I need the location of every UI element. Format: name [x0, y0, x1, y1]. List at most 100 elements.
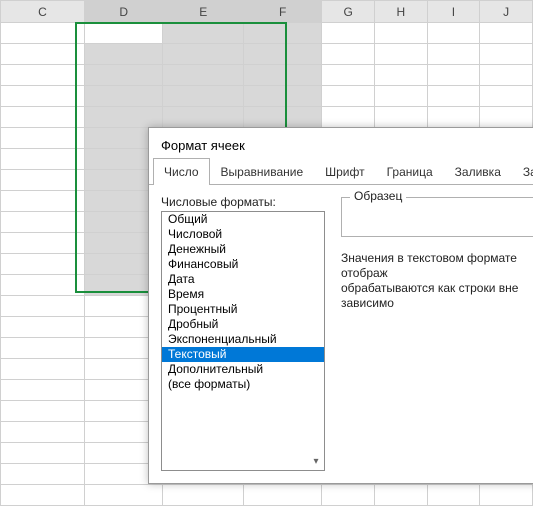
category-item[interactable]: Финансовый — [162, 257, 324, 272]
cell[interactable] — [1, 464, 85, 485]
cell[interactable] — [163, 44, 244, 65]
cell[interactable] — [244, 107, 322, 128]
cell[interactable] — [1, 23, 85, 44]
cell[interactable] — [322, 485, 375, 506]
cell[interactable] — [427, 485, 480, 506]
category-label: Числовые форматы: — [161, 195, 325, 209]
category-item[interactable]: Дата — [162, 272, 324, 287]
dialog-title: Формат ячеек — [149, 128, 533, 157]
cell[interactable] — [1, 212, 85, 233]
tab-fill[interactable]: Заливка — [444, 158, 512, 185]
cell[interactable] — [322, 107, 375, 128]
cell[interactable] — [163, 107, 244, 128]
format-description: Значения в текстовом формате отображ обр… — [341, 251, 533, 311]
cell[interactable] — [244, 65, 322, 86]
category-item[interactable]: Дополнительный — [162, 362, 324, 377]
column-header-I[interactable]: I — [427, 1, 480, 23]
cell[interactable] — [427, 86, 480, 107]
cell[interactable] — [163, 485, 244, 506]
cell[interactable] — [163, 65, 244, 86]
category-item[interactable]: Процентный — [162, 302, 324, 317]
cell[interactable] — [375, 23, 428, 44]
cell[interactable] — [1, 86, 85, 107]
cell[interactable] — [480, 86, 533, 107]
column-header-E[interactable]: E — [163, 1, 244, 23]
category-item[interactable]: Время — [162, 287, 324, 302]
cell[interactable] — [480, 23, 533, 44]
column-header-F[interactable]: F — [244, 1, 322, 23]
cell[interactable] — [480, 65, 533, 86]
category-listbox[interactable]: ОбщийЧисловойДенежныйФинансовыйДатаВремя… — [161, 211, 325, 471]
cell[interactable] — [1, 149, 85, 170]
cell[interactable] — [427, 107, 480, 128]
cell[interactable] — [427, 65, 480, 86]
cell[interactable] — [322, 23, 375, 44]
category-item[interactable]: Денежный — [162, 242, 324, 257]
sample-box: Образец — [341, 197, 533, 237]
category-item[interactable]: Общий — [162, 212, 324, 227]
category-item[interactable]: (все форматы) — [162, 377, 324, 392]
cell[interactable] — [375, 65, 428, 86]
cell[interactable] — [1, 128, 85, 149]
cell[interactable] — [1, 401, 85, 422]
column-header-J[interactable]: J — [480, 1, 533, 23]
cell[interactable] — [1, 485, 85, 506]
cell[interactable] — [1, 443, 85, 464]
category-item[interactable]: Дробный — [162, 317, 324, 332]
tab-protection[interactable]: Защита — [512, 158, 533, 185]
cell[interactable] — [1, 380, 85, 401]
cell[interactable] — [1, 65, 85, 86]
cell[interactable] — [1, 254, 85, 275]
column-header-H[interactable]: H — [375, 1, 428, 23]
tab-border[interactable]: Граница — [376, 158, 444, 185]
cell[interactable] — [480, 485, 533, 506]
cell[interactable] — [1, 170, 85, 191]
cell[interactable] — [1, 107, 85, 128]
cell[interactable] — [375, 44, 428, 65]
cell[interactable] — [427, 23, 480, 44]
cell[interactable] — [1, 359, 85, 380]
cell[interactable] — [163, 23, 244, 44]
cell[interactable] — [1, 44, 85, 65]
cell[interactable] — [322, 86, 375, 107]
cell[interactable] — [85, 23, 163, 44]
chevron-down-icon[interactable]: ▾ — [310, 456, 322, 468]
cell[interactable] — [427, 44, 480, 65]
cell[interactable] — [1, 275, 85, 296]
dialog-tabs: Число Выравнивание Шрифт Граница Заливка… — [149, 157, 533, 185]
tab-number[interactable]: Число — [153, 158, 210, 185]
cell[interactable] — [244, 485, 322, 506]
tab-font[interactable]: Шрифт — [314, 158, 375, 185]
cell[interactable] — [1, 422, 85, 443]
cell[interactable] — [1, 338, 85, 359]
sample-label: Образец — [350, 189, 406, 203]
column-header-C[interactable]: C — [1, 1, 85, 23]
cell[interactable] — [322, 65, 375, 86]
cell[interactable] — [163, 86, 244, 107]
cell[interactable] — [85, 65, 163, 86]
cell[interactable] — [1, 296, 85, 317]
category-item[interactable]: Текстовый — [162, 347, 324, 362]
format-cells-dialog: Формат ячеек Число Выравнивание Шрифт Гр… — [148, 127, 533, 484]
cell[interactable] — [480, 107, 533, 128]
tab-alignment[interactable]: Выравнивание — [210, 158, 315, 185]
cell[interactable] — [85, 107, 163, 128]
cell[interactable] — [375, 485, 428, 506]
column-header-G[interactable]: G — [322, 1, 375, 23]
cell[interactable] — [1, 317, 85, 338]
cell[interactable] — [85, 44, 163, 65]
cell[interactable] — [1, 233, 85, 254]
column-header-D[interactable]: D — [85, 1, 163, 23]
cell[interactable] — [322, 44, 375, 65]
cell[interactable] — [480, 44, 533, 65]
cell[interactable] — [85, 86, 163, 107]
cell[interactable] — [85, 485, 163, 506]
cell[interactable] — [244, 44, 322, 65]
cell[interactable] — [244, 23, 322, 44]
cell[interactable] — [375, 86, 428, 107]
cell[interactable] — [375, 107, 428, 128]
cell[interactable] — [244, 86, 322, 107]
category-item[interactable]: Экспоненциальный — [162, 332, 324, 347]
cell[interactable] — [1, 191, 85, 212]
category-item[interactable]: Числовой — [162, 227, 324, 242]
